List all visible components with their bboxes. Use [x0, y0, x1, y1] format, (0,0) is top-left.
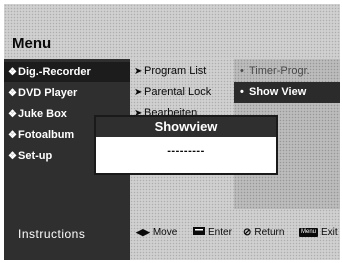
menu-key-icon: Menu — [299, 228, 319, 237]
menu-item-label: Set-up — [18, 150, 53, 162]
enter-key-icon — [193, 227, 205, 238]
diamond-bullet-icon: ❖ — [8, 88, 17, 99]
menu-item-label: Fotoalbum — [18, 129, 75, 141]
hint-exit: Menu Exit — [299, 227, 338, 238]
dot-bullet-icon: • — [240, 86, 244, 98]
key-hints: ◀▶ Move Enter ⊘ Return Menu Exit — [130, 209, 340, 260]
diamond-bullet-icon: ❖ — [8, 151, 17, 162]
submenu-item-label: Timer-Progr. — [249, 65, 310, 77]
footer-bar: Instructions ◀▶ Move Enter ⊘ Return Menu Ex… — [4, 209, 340, 260]
hint-exit-label: Exit — [321, 227, 338, 238]
dialog-title: Showview — [96, 117, 276, 137]
menu-item-label: DVD Player — [18, 87, 78, 99]
submenu-item-program-list[interactable]: ➤ Program List — [130, 61, 234, 82]
menu-item-label: Dig.-Recorder — [18, 66, 91, 78]
menu-item-dig-recorder[interactable]: ❖Dig.-Recorder — [4, 62, 130, 82]
diamond-bullet-icon: ❖ — [8, 67, 17, 78]
hint-return-label: Return — [254, 227, 285, 238]
menu-item-label: Juke Box — [18, 108, 67, 120]
showview-code-field[interactable]: --------- — [96, 145, 276, 157]
submenu-item-show-view[interactable]: • Show View — [234, 82, 340, 103]
submenu-item-parental-lock[interactable]: ➤ Parental Lock — [130, 82, 234, 103]
menu-title: Menu — [12, 35, 52, 52]
submenu-item-label: Program List — [144, 65, 207, 77]
diamond-bullet-icon: ❖ — [8, 130, 17, 141]
instructions-box: Instructions — [4, 209, 130, 260]
dot-bullet-icon: • — [240, 65, 244, 77]
move-arrows-icon: ◀▶ — [136, 227, 150, 237]
hint-move-label: Move — [152, 227, 178, 238]
arrow-bullet-icon: ➤ — [134, 66, 143, 77]
hint-enter-label: Enter — [208, 227, 232, 238]
instructions-label: Instructions — [18, 227, 86, 241]
submenu-item-label: Parental Lock — [144, 86, 212, 98]
diamond-bullet-icon: ❖ — [8, 109, 17, 120]
submenu-item-label: Show View — [249, 86, 307, 98]
return-key-icon: ⊘ — [243, 227, 252, 238]
hint-move: ◀▶ Move — [136, 227, 177, 238]
menu-header: Menu — [4, 4, 340, 59]
menu-item-dvd-player[interactable]: ❖DVD Player — [4, 83, 130, 103]
submenu-item-timer-progr[interactable]: • Timer-Progr. — [234, 61, 340, 82]
arrow-bullet-icon: ➤ — [134, 87, 143, 98]
osd-screen: Menu ❖Dig.-Recorder ❖DVD Player ❖Juke Bo… — [4, 4, 340, 260]
hint-enter: Enter — [193, 227, 232, 238]
hint-return: ⊘ Return — [243, 227, 284, 238]
showview-dialog: Showview --------- — [94, 115, 278, 175]
